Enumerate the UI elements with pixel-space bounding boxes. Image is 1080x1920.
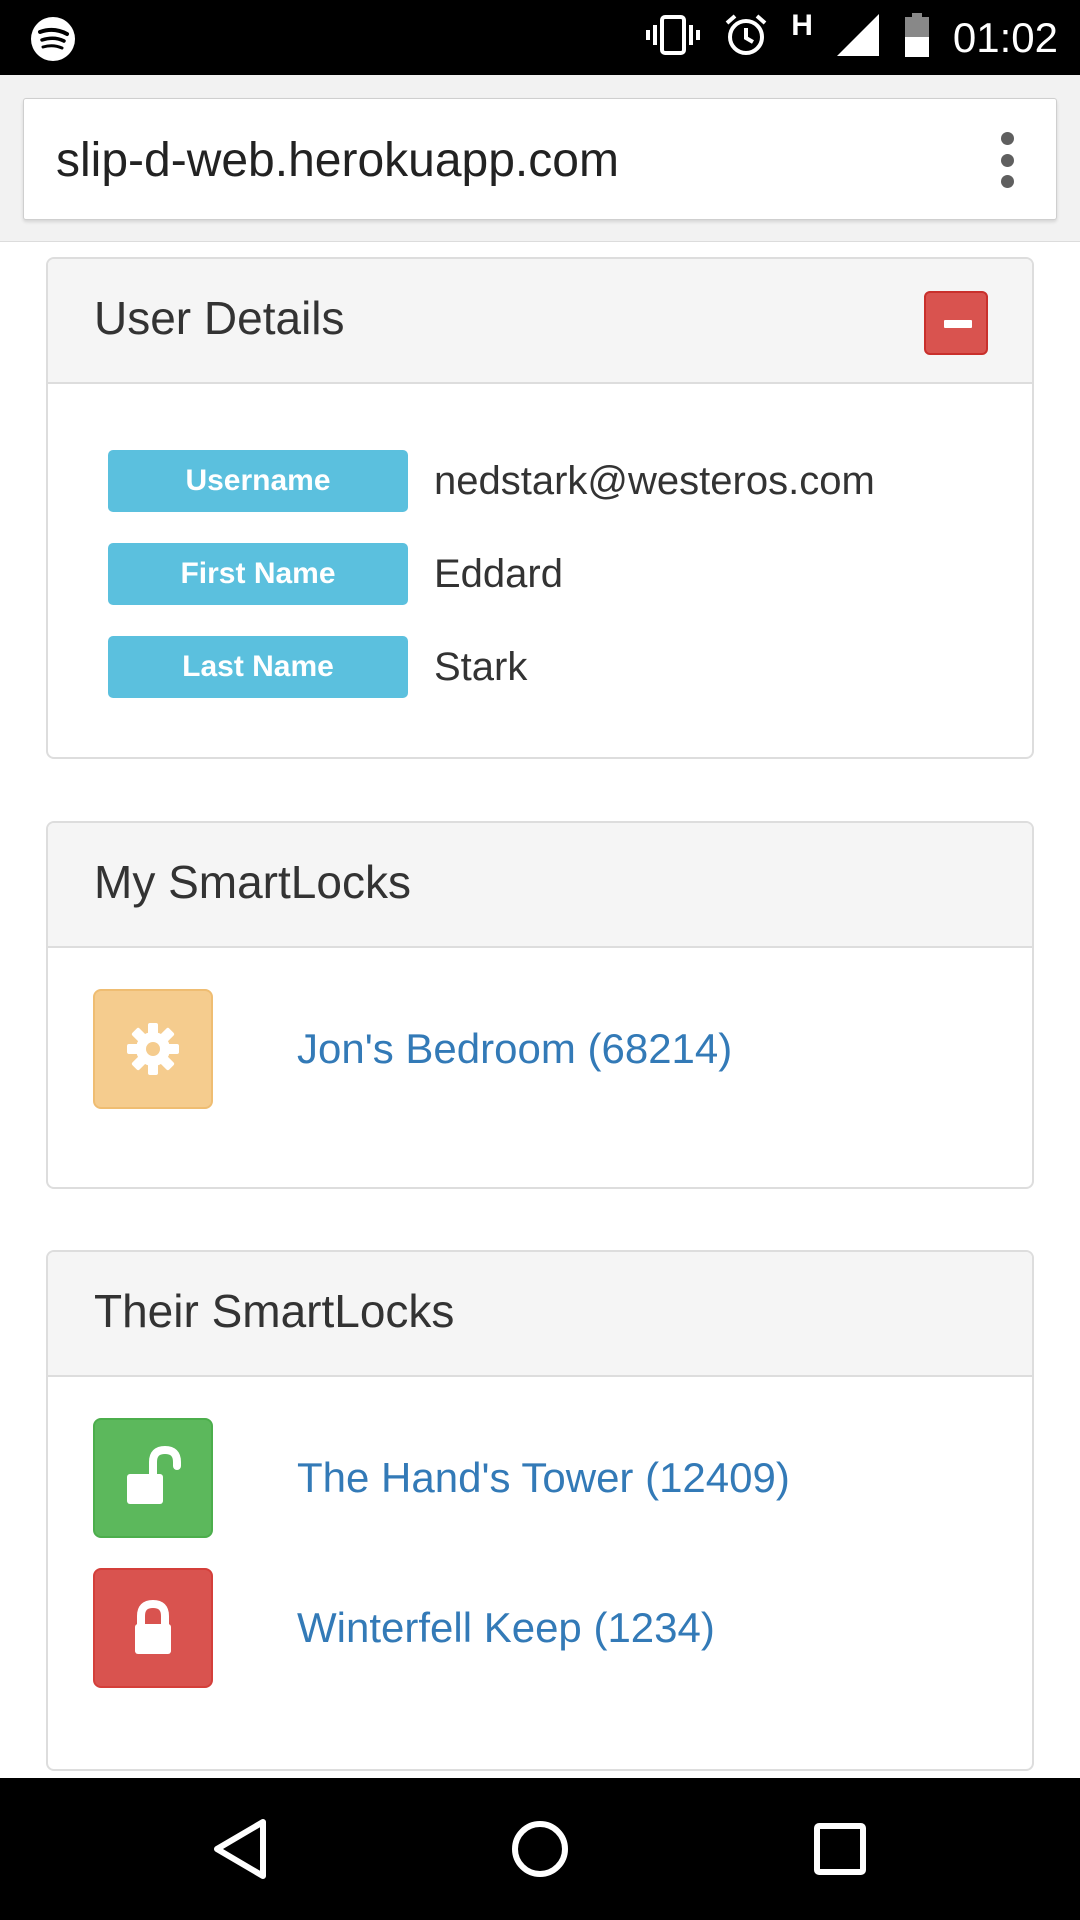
network-type: H bbox=[791, 8, 813, 42]
settings-button[interactable] bbox=[93, 989, 213, 1109]
smartlock-item[interactable]: Jon's Bedroom (68214) bbox=[93, 989, 732, 1109]
panel-title: My SmartLocks bbox=[94, 856, 411, 908]
status-bar: H 01:02 bbox=[0, 0, 1080, 75]
detail-row-username: Username nedstark@westeros.com bbox=[108, 450, 875, 512]
username-value: nedstark@westeros.com bbox=[434, 458, 875, 503]
unlock-icon bbox=[127, 1445, 181, 1504]
url-text[interactable]: slip-d-web.herokuapp.com bbox=[56, 133, 619, 188]
first-name-value: Eddard bbox=[434, 551, 563, 596]
panel-heading: My SmartLocks bbox=[48, 823, 1032, 948]
page-content[interactable]: User Details Username nedstark@westeros.… bbox=[0, 242, 1080, 1778]
detail-row-first-name: First Name Eddard bbox=[108, 543, 563, 605]
smartlock-link[interactable]: Jon's Bedroom (68214) bbox=[297, 1025, 732, 1073]
signal-icon bbox=[835, 12, 881, 63]
browser-toolbar: slip-d-web.herokuapp.com bbox=[0, 75, 1080, 242]
smartlock-item[interactable]: Winterfell Keep (1234) bbox=[93, 1568, 715, 1688]
alarm-icon bbox=[723, 12, 769, 63]
spotify-icon bbox=[30, 16, 76, 62]
panel-heading: User Details bbox=[48, 259, 1032, 384]
system-nav-bar bbox=[0, 1778, 1080, 1920]
panel-heading: Their SmartLocks bbox=[48, 1252, 1032, 1377]
address-bar[interactable]: slip-d-web.herokuapp.com bbox=[23, 98, 1057, 220]
smartlock-item[interactable]: The Hand's Tower (12409) bbox=[93, 1418, 790, 1538]
smartlock-link[interactable]: The Hand's Tower (12409) bbox=[297, 1454, 790, 1502]
my-smartlocks-panel: My SmartLocks Jon's Bedroom (68214) bbox=[46, 821, 1034, 1189]
minus-icon bbox=[944, 320, 972, 328]
unlock-button[interactable] bbox=[93, 1418, 213, 1538]
gear-icon bbox=[127, 1023, 179, 1075]
first-name-label: First Name bbox=[108, 543, 408, 605]
home-icon[interactable] bbox=[505, 1814, 575, 1884]
smartlock-link[interactable]: Winterfell Keep (1234) bbox=[297, 1604, 715, 1652]
back-icon[interactable] bbox=[205, 1814, 275, 1884]
recents-icon[interactable] bbox=[805, 1814, 875, 1884]
detail-row-last-name: Last Name Stark bbox=[108, 636, 527, 698]
their-smartlocks-panel: Their SmartLocks The Hand's Tower (12409… bbox=[46, 1250, 1034, 1771]
last-name-label: Last Name bbox=[108, 636, 408, 698]
lock-button[interactable] bbox=[93, 1568, 213, 1688]
lock-icon bbox=[135, 1599, 171, 1654]
vibrate-icon bbox=[645, 13, 701, 62]
username-label: Username bbox=[108, 450, 408, 512]
overflow-menu-icon[interactable] bbox=[1000, 132, 1014, 188]
last-name-value: Stark bbox=[434, 644, 528, 689]
battery-icon bbox=[903, 12, 931, 63]
panel-title: Their SmartLocks bbox=[94, 1285, 455, 1337]
status-clock: 01:02 bbox=[952, 13, 1058, 61]
collapse-button[interactable] bbox=[924, 291, 988, 355]
panel-title: User Details bbox=[94, 292, 345, 344]
user-details-panel: User Details Username nedstark@westeros.… bbox=[46, 257, 1034, 759]
